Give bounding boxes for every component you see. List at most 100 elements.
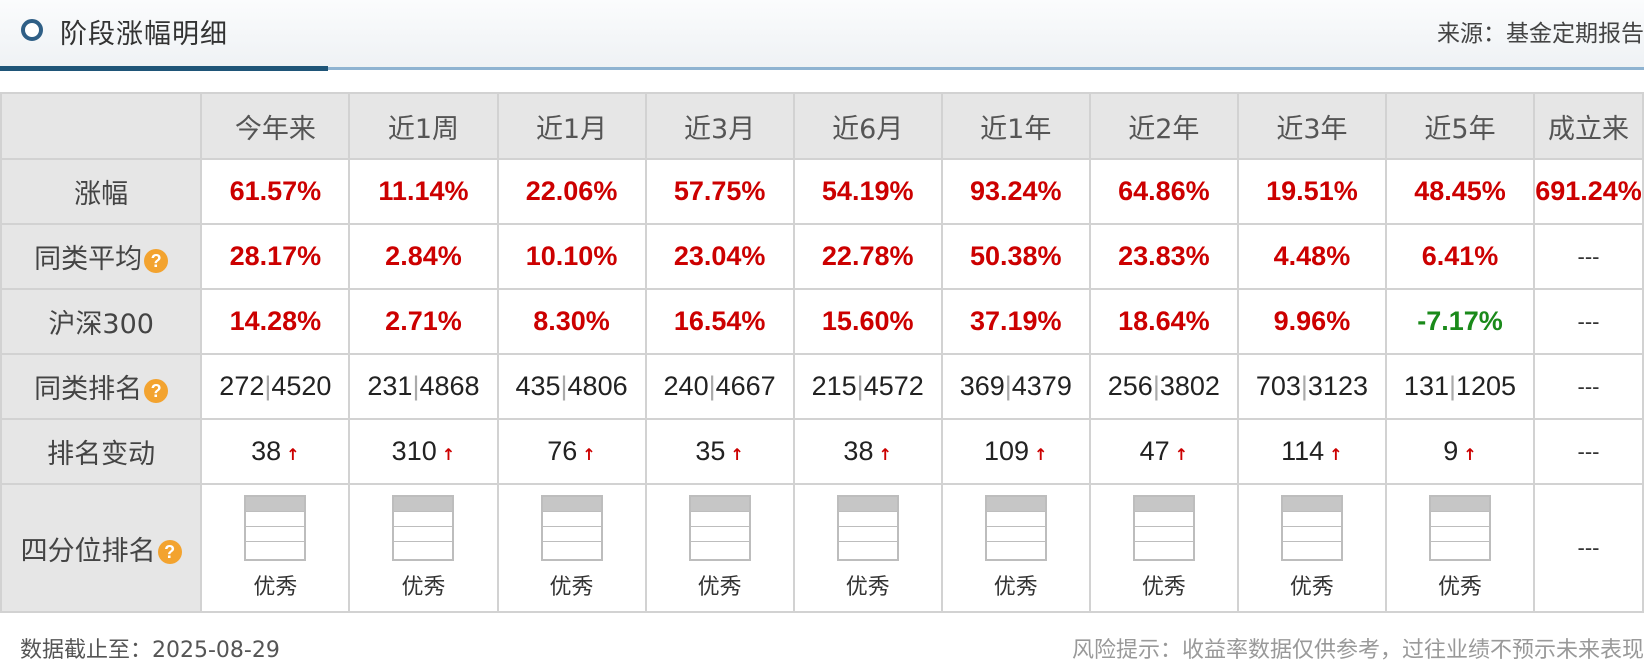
rank-change-row: 排名变动 38 ↑ 310 ↑ 76 ↑ 35 ↑ 38 ↑ 109 ↑ 47 …	[0, 418, 1644, 485]
rank-change-value: 76	[547, 436, 578, 466]
rank-value: 240|4667	[663, 371, 776, 401]
up-arrow-icon: ↑	[730, 445, 744, 464]
gain-value: 22.06%	[525, 176, 618, 206]
quartile-label: 优秀	[549, 575, 594, 600]
quartile-bar-icon	[836, 495, 899, 561]
column-header: 成立来	[1533, 92, 1644, 160]
table-header-row: 今年来 近1周 近1月 近3月 近6月 近1年 近2年 近3年 近5年 成立来	[0, 92, 1644, 160]
quartile-bar-icon	[1132, 495, 1195, 561]
quartile-label: ---	[1577, 535, 1600, 560]
data-source: 来源：基金定期报告	[1437, 21, 1644, 47]
gain-value: 61.57%	[229, 176, 322, 206]
rank-value: 272|4520	[219, 371, 332, 401]
corner-cell	[0, 92, 203, 160]
rank-change-value: 35	[695, 436, 726, 466]
panel-title: 阶段涨幅明细	[60, 19, 228, 50]
hs300-value: 2.71%	[385, 306, 462, 336]
peer-average-value: 2.84%	[385, 241, 462, 271]
up-arrow-icon: ↑	[1463, 445, 1477, 464]
row-label: 排名变动	[0, 418, 203, 485]
rank-value: ---	[1577, 373, 1600, 399]
column-header: 近1月	[496, 92, 647, 160]
panel-header: 阶段涨幅明细 来源：基金定期报告	[0, 0, 1644, 71]
rank-value: 369|4379	[959, 371, 1072, 401]
quartile-label: 优秀	[697, 575, 742, 600]
gain-value: 64.86%	[1118, 176, 1210, 206]
rank-change-value: 38	[251, 436, 282, 466]
gain-value: 54.19%	[821, 176, 914, 206]
peer-average-value: 23.04%	[673, 241, 766, 271]
row-label: 四分位排名	[20, 535, 156, 567]
quartile-label: 优秀	[845, 575, 890, 600]
header-divider-accent	[0, 66, 328, 71]
peer-average-value: 23.83%	[1118, 241, 1210, 271]
rank-change-value: ---	[1577, 438, 1600, 464]
row-label-cell: 同类平均?	[0, 223, 203, 290]
column-header: 近5年	[1384, 92, 1536, 160]
hs300-value: 18.64%	[1118, 306, 1210, 336]
gain-value: 93.24%	[969, 176, 1062, 206]
quartile-bar-icon	[1280, 495, 1343, 561]
rank-value: 215|4572	[811, 371, 924, 401]
hs300-value: 9.96%	[1273, 306, 1351, 336]
up-arrow-icon: ↑	[878, 445, 892, 464]
peer-average-value: 28.17%	[229, 241, 322, 271]
column-header: 近1周	[348, 92, 499, 160]
quartile-label: 优秀	[1141, 575, 1186, 600]
rank-value: 231|4868	[367, 371, 480, 401]
column-header: 近3月	[644, 92, 795, 160]
row-label-cell: 同类排名?	[0, 353, 203, 420]
peer-average-value: 6.41%	[1421, 241, 1499, 271]
row-label: 涨幅	[0, 158, 203, 225]
peer-rank-row: 同类排名? 272|4520 231|4868 435|4806 240|466…	[0, 353, 1644, 420]
row-label: 同类平均	[34, 244, 143, 275]
quartile-label: 优秀	[993, 575, 1038, 600]
up-arrow-icon: ↑	[1329, 445, 1343, 464]
question-help-icon[interactable]: ?	[144, 378, 169, 403]
row-label: 同类排名	[34, 374, 143, 405]
circle-bullet-icon	[21, 19, 43, 41]
row-label-cell: 四分位排名?	[0, 483, 203, 613]
up-arrow-icon: ↑	[286, 445, 300, 464]
column-header: 近3年	[1236, 92, 1387, 160]
rank-change-value: 9	[1443, 436, 1459, 466]
row-label: 沪深300	[0, 288, 203, 355]
quartile-bar-icon	[392, 495, 455, 561]
question-help-icon[interactable]: ?	[144, 248, 169, 273]
column-header: 近6月	[792, 92, 943, 160]
peer-average-value: ---	[1577, 243, 1600, 269]
hs300-row: 沪深300 14.28% 2.71% 8.30% 16.54% 15.60% 3…	[0, 288, 1644, 355]
hs300-value: -7.17%	[1417, 306, 1503, 336]
column-header: 近2年	[1088, 92, 1239, 160]
up-arrow-icon: ↑	[1174, 445, 1189, 464]
quartile-row: 四分位排名? 优秀 优秀 优秀 优秀 优秀 优秀 优秀 优秀 优秀 ---	[0, 483, 1644, 613]
gain-row: 涨幅 61.57% 11.14% 22.06% 57.75% 54.19% 93…	[0, 158, 1644, 225]
peer-average-value: 22.78%	[821, 241, 914, 271]
rank-value: 703|3123	[1255, 371, 1368, 401]
hs300-value: 14.28%	[229, 306, 322, 336]
quartile-bar-icon	[688, 495, 751, 561]
up-arrow-icon: ↑	[1034, 445, 1048, 464]
quartile-bar-icon	[984, 495, 1047, 561]
rank-change-value: 109	[983, 436, 1030, 466]
rank-value: 131|1205	[1403, 371, 1517, 401]
hs300-value: 15.60%	[821, 306, 914, 336]
performance-table: 今年来 近1周 近1月 近3月 近6月 近1年 近2年 近3年 近5年 成立来 …	[0, 92, 1644, 613]
gain-value: 48.45%	[1414, 176, 1506, 206]
rank-change-value: 38	[843, 436, 874, 466]
up-arrow-icon: ↑	[441, 445, 456, 464]
hs300-value: 37.19%	[969, 306, 1062, 336]
rank-change-value: 310	[391, 436, 437, 466]
hs300-value: ---	[1577, 308, 1600, 334]
peer-average-value: 10.10%	[525, 241, 618, 271]
gain-value: 11.14%	[378, 176, 469, 206]
quartile-bar-icon	[540, 495, 603, 561]
peer-average-row: 同类平均? 28.17% 2.84% 10.10% 23.04% 22.78% …	[0, 223, 1644, 290]
gain-value: 691.24%	[1535, 176, 1642, 206]
quartile-label: 优秀	[1438, 575, 1483, 600]
question-help-icon[interactable]: ?	[157, 540, 182, 564]
gain-value: 19.51%	[1266, 176, 1358, 206]
quartile-bar-icon	[1429, 495, 1491, 561]
rank-value: 256|3802	[1107, 371, 1220, 401]
hs300-value: 8.30%	[533, 306, 610, 336]
